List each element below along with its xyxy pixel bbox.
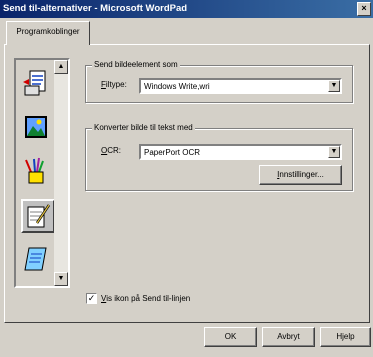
scroll-up-button[interactable]: ▲: [54, 60, 68, 74]
notepad-pen-icon[interactable]: [21, 199, 55, 233]
ocr-value: PaperPort OCR: [144, 148, 201, 157]
filetype-label: Filtype:: [101, 80, 127, 89]
tab-programkoblinger[interactable]: Programkoblinger: [6, 21, 90, 45]
window-title: Send til-alternativer - Microsoft WordPa…: [3, 3, 188, 14]
document-send-icon[interactable]: [21, 68, 55, 102]
pencils-cup-icon[interactable]: [21, 156, 55, 190]
send-group-title: Send bildeelement som: [92, 60, 180, 69]
filetype-dropdown[interactable]: Windows Write,wri ▼: [139, 78, 342, 94]
scroll-down-button[interactable]: ▼: [54, 272, 68, 286]
chevron-down-icon[interactable]: ▼: [328, 80, 340, 92]
ocr-label: OCR:: [101, 146, 122, 155]
ok-button[interactable]: OK: [204, 327, 257, 347]
icon-list-scrollbar[interactable]: ▲ ▼: [54, 60, 68, 286]
filetype-value: Windows Write,wri: [144, 82, 210, 91]
close-button[interactable]: ×: [357, 2, 371, 16]
cancel-button[interactable]: Avbryt: [262, 327, 315, 347]
ocr-group-title: Konverter bilde til tekst med: [92, 123, 195, 132]
book-icon[interactable]: [21, 244, 55, 278]
settings-button[interactable]: Innstillinger...: [259, 165, 342, 185]
help-button[interactable]: Hjelp: [320, 327, 371, 347]
ocr-dropdown[interactable]: PaperPort OCR ▼: [139, 144, 342, 160]
title-bar: Send til-alternativer - Microsoft WordPa…: [0, 0, 373, 18]
show-icon-checkbox[interactable]: ✓: [86, 293, 97, 304]
show-icon-label[interactable]: Vis ikon på Send til-linjen: [101, 294, 190, 303]
chevron-down-icon[interactable]: ▼: [328, 146, 340, 158]
picture-icon[interactable]: [21, 112, 55, 146]
program-icon-list[interactable]: ▲ ▼: [14, 58, 70, 288]
